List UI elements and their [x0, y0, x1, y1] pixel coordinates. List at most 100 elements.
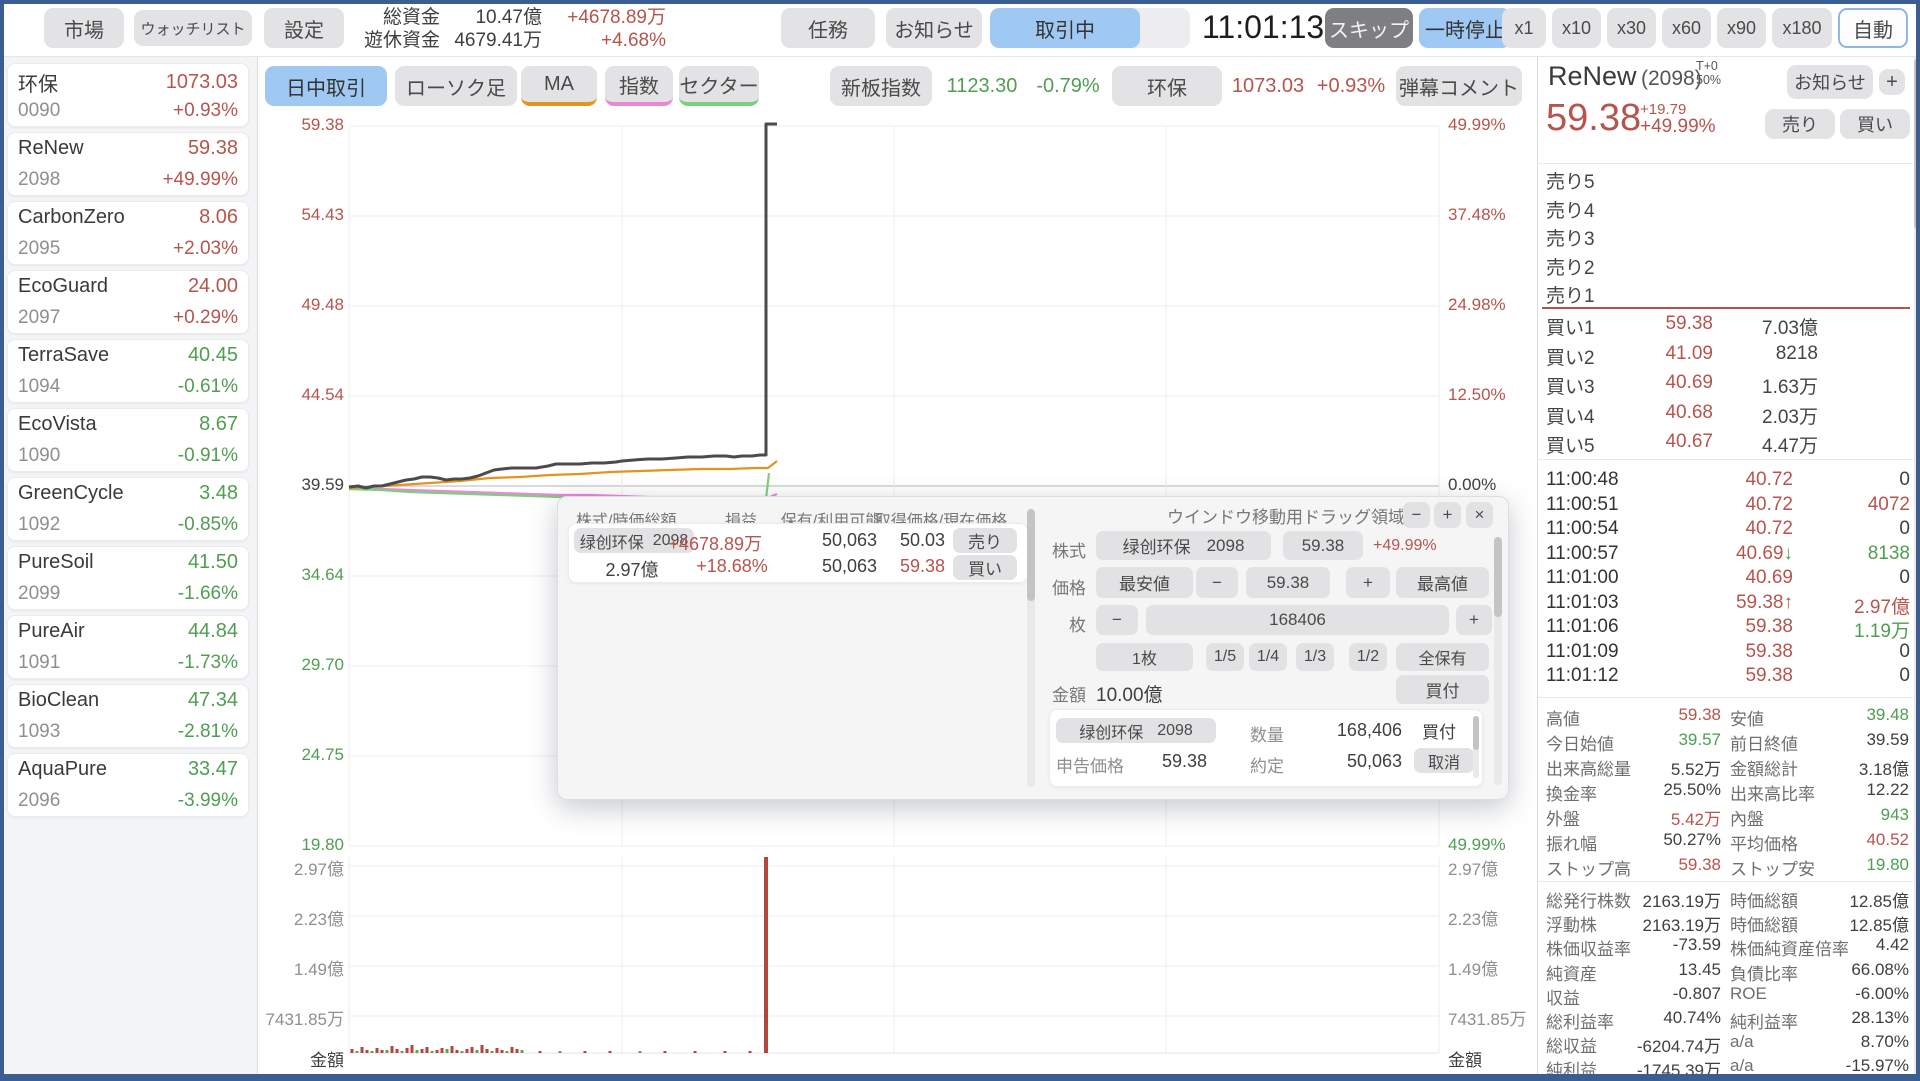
panel-scrollbar[interactable]: [1914, 57, 1920, 1076]
watchlist-item-ReNew[interactable]: ReNew 59.38 2098 +49.99%: [7, 132, 249, 196]
lowest-price-button[interactable]: 最安値: [1096, 567, 1193, 598]
dialog-middle-scrollbar[interactable]: [1027, 509, 1035, 787]
pause-button[interactable]: 一時停止: [1419, 8, 1511, 48]
drag-area-title[interactable]: ウインドウ移動用ドラッグ領域: [1141, 503, 1431, 528]
watchlist-item-EcoVista[interactable]: EcoVista 8.67 1090 -0.91%: [7, 408, 249, 472]
fundamental-value-2: 12.85億: [1849, 892, 1909, 911]
market-button[interactable]: 市場: [44, 8, 124, 48]
stat-value-1: 59.38: [1678, 705, 1721, 724]
close-icon[interactable]: ×: [1466, 502, 1493, 528]
price-input[interactable]: 59.38: [1246, 567, 1330, 598]
position-sell-button[interactable]: 売り: [953, 528, 1017, 553]
tick-row: 11:01:06 59.38 1.19万: [1538, 616, 1913, 642]
stock-name: ReNew: [1548, 61, 1637, 91]
watchlist-item-CarbonZero[interactable]: CarbonZero 8.06 2095 +2.03%: [7, 201, 249, 265]
sector-index-button[interactable]: 环保: [1112, 66, 1222, 106]
watchlist-item-PureSoil[interactable]: PureSoil 41.50 2099 -1.66%: [7, 546, 249, 610]
stat-row: ストップ高 59.38 ストップ安 19.80: [1538, 855, 1913, 880]
watchlist-item-环保[interactable]: 环保 1073.03 0090 +0.93%: [7, 63, 249, 127]
stock-notice-button[interactable]: お知らせ: [1787, 65, 1873, 99]
stat-value-2: 943: [1880, 805, 1909, 824]
tick-volume: 0: [1899, 518, 1910, 539]
speed-x60-button[interactable]: x60: [1662, 8, 1711, 48]
highest-price-button[interactable]: 最高値: [1396, 567, 1489, 598]
notice-button[interactable]: お知らせ: [886, 8, 982, 48]
tab-candlestick[interactable]: ローソク足: [395, 66, 517, 106]
stock-name: CarbonZero: [18, 206, 125, 228]
fraction-1/3-button[interactable]: 1/3: [1296, 643, 1334, 671]
buy-submit-button[interactable]: 買付: [1396, 675, 1489, 704]
price-plus-button[interactable]: +: [1346, 567, 1390, 598]
speed-x180-button[interactable]: x180: [1772, 8, 1832, 48]
stock-field-chip[interactable]: 绿创环保 2098: [1096, 531, 1271, 560]
watchlist-item-BioClean[interactable]: BioClean 47.34 1093 -2.81%: [7, 684, 249, 748]
fraction-1枚-button[interactable]: 1枚: [1096, 643, 1193, 671]
volume-axis-label-left: 2.97億: [293, 860, 344, 879]
speed-x1-button[interactable]: x1: [1502, 8, 1546, 48]
watchlist-item-GreenCycle[interactable]: GreenCycle 3.48 1092 -0.85%: [7, 477, 249, 541]
watchlist-button[interactable]: ウォッチリスト: [134, 10, 252, 46]
price-field-label: 価格: [1052, 579, 1086, 598]
tab-day-trading[interactable]: 日中取引: [265, 66, 387, 106]
skip-button[interactable]: スキップ: [1325, 8, 1413, 48]
stat-label-1: 高値: [1546, 710, 1580, 729]
settings-button[interactable]: 設定: [264, 8, 344, 48]
dialog-stock-name: 绿创环保: [1122, 538, 1191, 557]
y-axis-price-label: 59.38: [301, 115, 344, 134]
fraction-1/4-button[interactable]: 1/4: [1249, 643, 1287, 671]
order-stock-chip[interactable]: 绿创环保 2098: [1056, 718, 1216, 743]
ask-label: 売り3: [1546, 229, 1595, 250]
speed-x10-button[interactable]: x10: [1552, 8, 1601, 48]
trade-dialog[interactable]: 株式/時価総額 損益 保有/利用可能 取得価格/現在価格 绿创环保 2098 +4…: [557, 496, 1509, 800]
fundamental-value-2: 28.13%: [1851, 1008, 1909, 1027]
fraction-1/2-button[interactable]: 1/2: [1349, 643, 1387, 671]
volume-axis-label-left: 7431.85万: [265, 1010, 344, 1029]
add-to-watchlist-button[interactable]: +: [1879, 69, 1905, 95]
qty-input[interactable]: 168406: [1146, 605, 1449, 635]
stat-label-1: 外盤: [1546, 810, 1580, 829]
sell-button[interactable]: 売り: [1765, 109, 1835, 139]
qty-minus-button[interactable]: −: [1096, 605, 1138, 635]
volume-axis-label-right: 7431.85万: [1448, 1010, 1527, 1029]
watchlist-item-row: 2095 +2.03%: [18, 238, 238, 260]
fraction-1/5-button[interactable]: 1/5: [1206, 643, 1244, 671]
watchlist-item-AquaPure[interactable]: AquaPure 33.47 2096 -3.99%: [7, 753, 249, 817]
fundamental-row: 純資産 13.45 負債比率 66.08%: [1538, 960, 1913, 984]
stat-value-2: 40.52: [1866, 830, 1909, 849]
tasks-button[interactable]: 任務: [781, 8, 875, 48]
minimize-icon[interactable]: −: [1403, 502, 1430, 528]
tick-time: 11:00:57: [1546, 542, 1619, 564]
watchlist-item-PureAir[interactable]: PureAir 44.84 1091 -1.73%: [7, 615, 249, 679]
tick-time: 11:01:00: [1546, 567, 1619, 588]
tick-price: 40.69↓: [1735, 542, 1793, 564]
watchlist-item-EcoGuard[interactable]: EcoGuard 24.00 2097 +0.29%: [7, 270, 249, 334]
stock-code: 1090: [18, 445, 61, 466]
position-buy-button[interactable]: 買い: [953, 555, 1017, 580]
tab-index[interactable]: 指数: [605, 66, 673, 106]
qty-plus-button[interactable]: +: [1456, 605, 1492, 635]
danmaku-comment-button[interactable]: 弾幕コメント: [1396, 66, 1522, 106]
speed-x90-button[interactable]: x90: [1717, 8, 1766, 48]
trading-app-window: 市場 ウォッチリスト 設定 総資金 10.47億 +4678.89万 遊休資金 …: [0, 0, 1920, 1080]
position-row: 绿创环保 2098 +4678.89万 50,063 50.03 売り 2.97億…: [568, 523, 1028, 583]
fundamental-label-1: 総収益: [1546, 1037, 1597, 1057]
stat-row: 出来高総量 5.52万 金額総計 3.18億: [1538, 755, 1913, 780]
speed-x30-button[interactable]: x30: [1607, 8, 1656, 48]
tab-ma[interactable]: MA: [521, 66, 597, 106]
stat-row: 振れ幅 50.27% 平均価格 40.52: [1538, 830, 1913, 855]
order-card-scrollbar[interactable]: [1473, 716, 1479, 778]
watchlist-item-TerraSave[interactable]: TerraSave 40.45 1094 -0.61%: [7, 339, 249, 403]
auto-speed-button[interactable]: 自動: [1838, 8, 1908, 48]
dialog-stock-price-chip[interactable]: 59.38: [1283, 531, 1363, 560]
dialog-right-scrollbar[interactable]: [1494, 537, 1502, 785]
qty-field-label: 枚: [1069, 616, 1086, 635]
fraction-全保有-button[interactable]: 全保有: [1396, 643, 1489, 671]
bid-price: 40.67: [1665, 431, 1713, 452]
total-funds-label: 総資金: [382, 7, 440, 28]
order-cancel-button[interactable]: 取消: [1414, 748, 1474, 773]
maximize-icon[interactable]: +: [1434, 502, 1461, 528]
buy-button[interactable]: 買い: [1840, 109, 1910, 139]
tab-sector[interactable]: セクター: [679, 66, 759, 106]
new-board-index-button[interactable]: 新板指数: [830, 66, 932, 106]
price-minus-button[interactable]: −: [1196, 567, 1238, 598]
